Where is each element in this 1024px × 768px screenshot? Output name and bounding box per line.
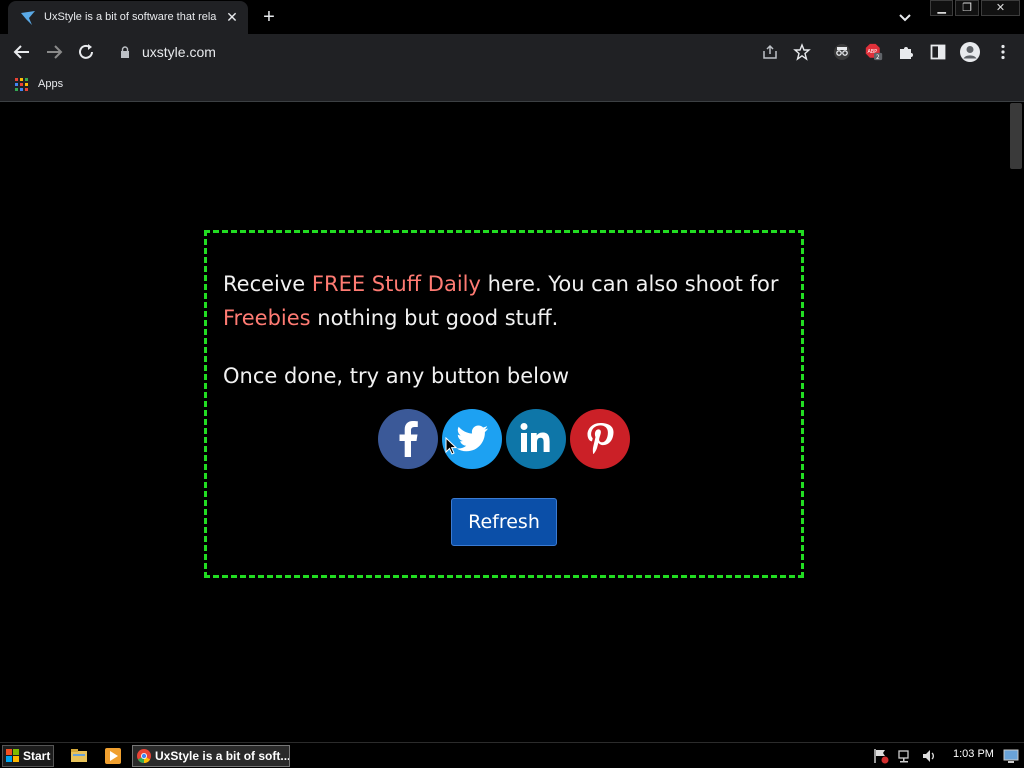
- browser-menu-icon[interactable]: [994, 43, 1012, 61]
- restore-button[interactable]: ❐: [955, 0, 979, 16]
- side-panel-icon[interactable]: [929, 43, 947, 61]
- intro-suffix: nothing but good stuff.: [310, 306, 559, 330]
- windows-logo-icon: [6, 749, 19, 762]
- free-stuff-link[interactable]: FREE Stuff Daily: [312, 272, 481, 296]
- action-center-flag-icon[interactable]: [873, 748, 889, 764]
- start-button[interactable]: Start: [2, 745, 54, 767]
- start-label: Start: [23, 749, 51, 763]
- intro-middle: here. You can also shoot for: [480, 272, 779, 296]
- url-text: uxstyle.com: [142, 44, 216, 60]
- media-player-icon[interactable]: [104, 747, 122, 765]
- chrome-icon: [137, 749, 151, 763]
- linkedin-icon: [520, 423, 550, 452]
- intro-prefix: Receive: [223, 272, 312, 296]
- tab-search-chevron-icon[interactable]: [896, 8, 914, 26]
- reload-icon[interactable]: [76, 42, 96, 62]
- system-clock[interactable]: 1:03 PM: [953, 748, 994, 760]
- pinterest-share-button[interactable]: [570, 409, 630, 469]
- facebook-share-button[interactable]: [378, 409, 438, 469]
- tab-strip: UxStyle is a bit of software that rela ✕…: [0, 0, 1024, 34]
- bookmarks-bar: Apps: [0, 70, 1024, 102]
- incognito-extension-icon[interactable]: [833, 43, 851, 61]
- os-taskbar: Start UxStyle is a bit of soft... 1:03 P…: [0, 742, 1024, 768]
- vertical-scrollbar[interactable]: [1008, 103, 1024, 742]
- volume-icon[interactable]: [921, 748, 937, 764]
- bookmark-star-icon[interactable]: [793, 43, 811, 61]
- profile-avatar-icon[interactable]: [959, 41, 981, 63]
- apps-bookmark[interactable]: Apps: [38, 78, 63, 90]
- freebies-card: Receive FREE Stuff Daily here. You can a…: [204, 230, 804, 578]
- browser-toolbar: uxstyle.com ABP 2: [0, 34, 1024, 70]
- page-viewport: Receive FREE Stuff Daily here. You can a…: [0, 103, 1008, 742]
- freebies-link[interactable]: Freebies: [223, 306, 311, 330]
- minimize-button[interactable]: ▁: [930, 0, 954, 16]
- file-explorer-icon[interactable]: [70, 747, 88, 765]
- share-icon[interactable]: [761, 43, 779, 61]
- taskbar-chrome-window[interactable]: UxStyle is a bit of soft...: [132, 745, 290, 767]
- task-label: UxStyle is a bit of soft...: [155, 749, 290, 763]
- intro-paragraph: Receive FREE Stuff Daily here. You can a…: [223, 267, 793, 335]
- extension-badge: 2: [876, 55, 880, 61]
- tab-title: UxStyle is a bit of software that rela: [44, 11, 217, 23]
- close-window-button[interactable]: ✕: [980, 0, 1021, 16]
- facebook-icon: [399, 421, 418, 457]
- browser-tab[interactable]: UxStyle is a bit of software that rela ✕: [8, 1, 248, 34]
- mouse-pointer-icon: [445, 437, 457, 455]
- network-icon[interactable]: [897, 748, 913, 764]
- back-arrow-icon[interactable]: [12, 42, 32, 62]
- lock-icon[interactable]: [120, 46, 130, 58]
- linkedin-share-button[interactable]: [506, 409, 566, 469]
- scroll-thumb[interactable]: [1010, 103, 1022, 169]
- tab-close-icon[interactable]: ✕: [224, 9, 240, 25]
- refresh-button[interactable]: Refresh: [451, 498, 557, 546]
- new-tab-button[interactable]: +: [258, 6, 280, 28]
- apps-grid-icon[interactable]: [15, 78, 29, 92]
- extensions-puzzle-icon[interactable]: [897, 43, 915, 61]
- uxstyle-favicon-icon: [21, 11, 35, 25]
- browser-window: UxStyle is a bit of software that rela ✕…: [0, 0, 1024, 742]
- adblock-extension-icon[interactable]: ABP 2: [865, 43, 883, 61]
- forward-arrow-icon[interactable]: [44, 42, 64, 62]
- instruction-text: Once done, try any button below: [223, 364, 570, 388]
- pinterest-icon: [587, 423, 614, 455]
- address-bar[interactable]: uxstyle.com: [110, 38, 790, 66]
- window-controls: ▁ ❐ ✕: [928, 0, 1021, 18]
- show-desktop-icon[interactable]: [1003, 748, 1019, 764]
